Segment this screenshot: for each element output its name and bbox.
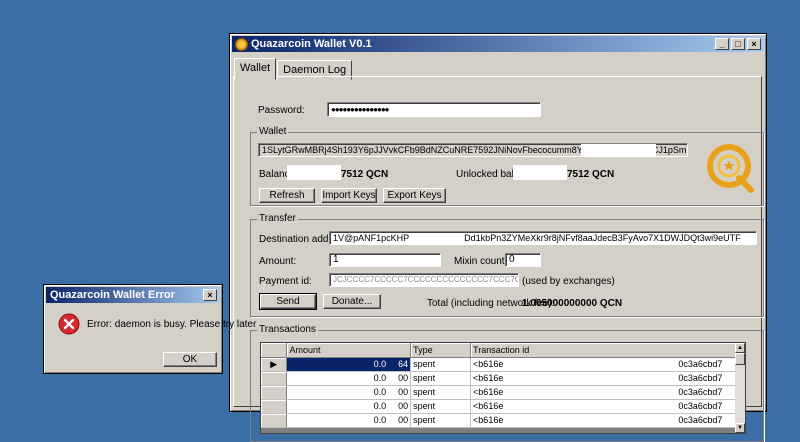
txid-cell: <b616e 0c3a6cbd7 — [470, 371, 745, 386]
type-cell: spent — [410, 399, 472, 414]
password-label: Password: — [258, 105, 305, 116]
txid-cell: <b616e 0c3a6cbd7 — [470, 413, 745, 428]
error-dialog: Quazarcoin Wallet Error × Error: daemon … — [43, 284, 256, 374]
table-row[interactable]: 0.0 00 spent <b616e 0c3a6cbd7 — [261, 385, 745, 400]
refresh-button[interactable]: Refresh — [259, 188, 315, 203]
transactions-scrollbar[interactable]: ▲ ▼ — [735, 343, 745, 433]
donate-button[interactable]: Donate... — [323, 294, 381, 309]
wallet-titlebar[interactable]: Quazarcoin Wallet V0.1 _ □ × — [232, 36, 764, 52]
wallet-tab-panel: Password: ●●●●●●●●●●●●●●● Wallet 1SLytGR… — [233, 76, 764, 442]
mixin-count-label: Mixin count: — [454, 256, 508, 267]
table-row[interactable]: 0.0 00 spent <b616e 0c3a6cbd7 — [261, 413, 745, 428]
unlocked-redaction — [513, 165, 567, 180]
txid-cell: <b616e 0c3a6cbd7 — [470, 399, 745, 414]
window-title: Quazarcoin Wallet V0.1 — [251, 38, 372, 50]
transactions-group-title: Transactions — [257, 324, 318, 335]
table-row[interactable]: ▶ 0.0 64 spent <b616e 0c3a6cbd7 — [261, 357, 745, 372]
transactions-group: Transactions Amount Type Transaction id … — [250, 324, 764, 442]
quazarcoin-icon — [235, 37, 248, 51]
column-header-amount[interactable]: Amount — [286, 343, 412, 358]
tab-strip: Wallet Daemon Log — [234, 57, 353, 80]
close-icon[interactable]: × — [747, 38, 761, 50]
table-row[interactable]: 0.0 00 spent <b616e 0c3a6cbd7 — [261, 371, 745, 386]
error-icon — [58, 313, 80, 335]
txid-cell: <b616e 0c3a6cbd7 — [470, 357, 745, 372]
amount-cell: 0.0 00 — [286, 413, 412, 428]
type-cell: spent — [410, 371, 472, 386]
send-button[interactable]: Send — [259, 293, 317, 310]
row-selector — [261, 399, 288, 414]
type-cell: spent — [410, 357, 472, 372]
error-dialog-title: Quazarcoin Wallet Error — [50, 289, 175, 301]
amount-label: Amount: — [259, 256, 297, 267]
txid-cell: <b616e 0c3a6cbd7 — [470, 385, 745, 400]
ok-button[interactable]: OK — [163, 352, 217, 367]
error-dialog-titlebar[interactable]: Quazarcoin Wallet Error × — [46, 287, 220, 303]
close-icon[interactable]: × — [203, 289, 217, 301]
wallet-group-title: Wallet — [257, 126, 289, 137]
destination-address-end: Dd1kbPn3ZYMeXkr9r8jNFvf8aaJdecB3FyAvo7X1… — [464, 233, 741, 243]
balance-value: 7512 QCN — [341, 169, 389, 180]
minimize-icon[interactable]: _ — [715, 38, 729, 50]
address-redaction — [581, 144, 656, 156]
row-selector — [261, 413, 288, 428]
export-keys-button[interactable]: Export Keys — [383, 188, 446, 203]
row-selector — [261, 371, 288, 386]
payment-id-label: Payment id: — [259, 276, 312, 287]
amount-cell: 0.0 00 — [286, 371, 412, 386]
row-selector — [261, 385, 288, 400]
total-value: 1.005000000000 QCN — [522, 298, 623, 309]
transfer-group: Transfer Destination address: 1V@pANF1pc… — [250, 213, 764, 317]
quazarcoin-logo-icon — [707, 144, 754, 193]
scroll-thumb[interactable] — [735, 353, 745, 365]
payment-id-hint: (used by exchanges) — [522, 276, 615, 287]
error-message: Error: daemon is busy. Please try later — [87, 319, 257, 330]
payment-id-field[interactable]: JCJCCCC7CCCCC7CCCCCCCCCCCCCC7CCC7CCCCCCC… — [329, 273, 519, 287]
wallet-group: Wallet 1SLytGRwMBRj4Sh193Y6pJJVvkCFb9BdN… — [250, 126, 764, 206]
maximize-icon[interactable]: □ — [731, 38, 745, 50]
destination-address-field[interactable]: 1V@pANF1pcKHP Dd1kbPn3ZYMeXkr9r8jNFvf8aaJ… — [329, 231, 757, 245]
scroll-down-icon[interactable]: ▼ — [735, 423, 745, 433]
amount-field[interactable]: 1 — [329, 253, 441, 267]
type-cell: spent — [410, 413, 472, 428]
transactions-table[interactable]: Amount Type Transaction id ▶ 0.0 64 spent… — [260, 342, 746, 434]
import-keys-button[interactable]: Import Keys — [321, 188, 377, 203]
balance-redaction — [287, 165, 341, 180]
row-selector-icon: ▶ — [261, 357, 288, 372]
transfer-group-title: Transfer — [257, 213, 298, 224]
scroll-up-icon[interactable]: ▲ — [735, 343, 745, 353]
destination-address-start: 1V@pANF1pcKHP — [333, 233, 410, 243]
amount-cell: 0.0 64 — [286, 357, 412, 372]
unlocked-balance-value: 7512 QCN — [567, 169, 615, 180]
wallet-window: Quazarcoin Wallet V0.1 _ □ × Wallet Daem… — [229, 33, 767, 442]
password-field[interactable]: ●●●●●●●●●●●●●●● — [327, 102, 541, 117]
amount-cell: 0.0 00 — [286, 399, 412, 414]
tab-wallet[interactable]: Wallet — [234, 58, 277, 80]
column-header-transaction-id[interactable]: Transaction id — [470, 343, 745, 358]
table-row[interactable]: 0.0 00 spent <b616e 0c3a6cbd7 — [261, 399, 745, 414]
type-cell: spent — [410, 385, 472, 400]
column-header-type[interactable]: Type — [410, 343, 472, 358]
row-header-corner — [261, 343, 288, 358]
amount-cell: 0.0 00 — [286, 385, 412, 400]
mixin-count-field[interactable]: 0 — [505, 253, 541, 267]
